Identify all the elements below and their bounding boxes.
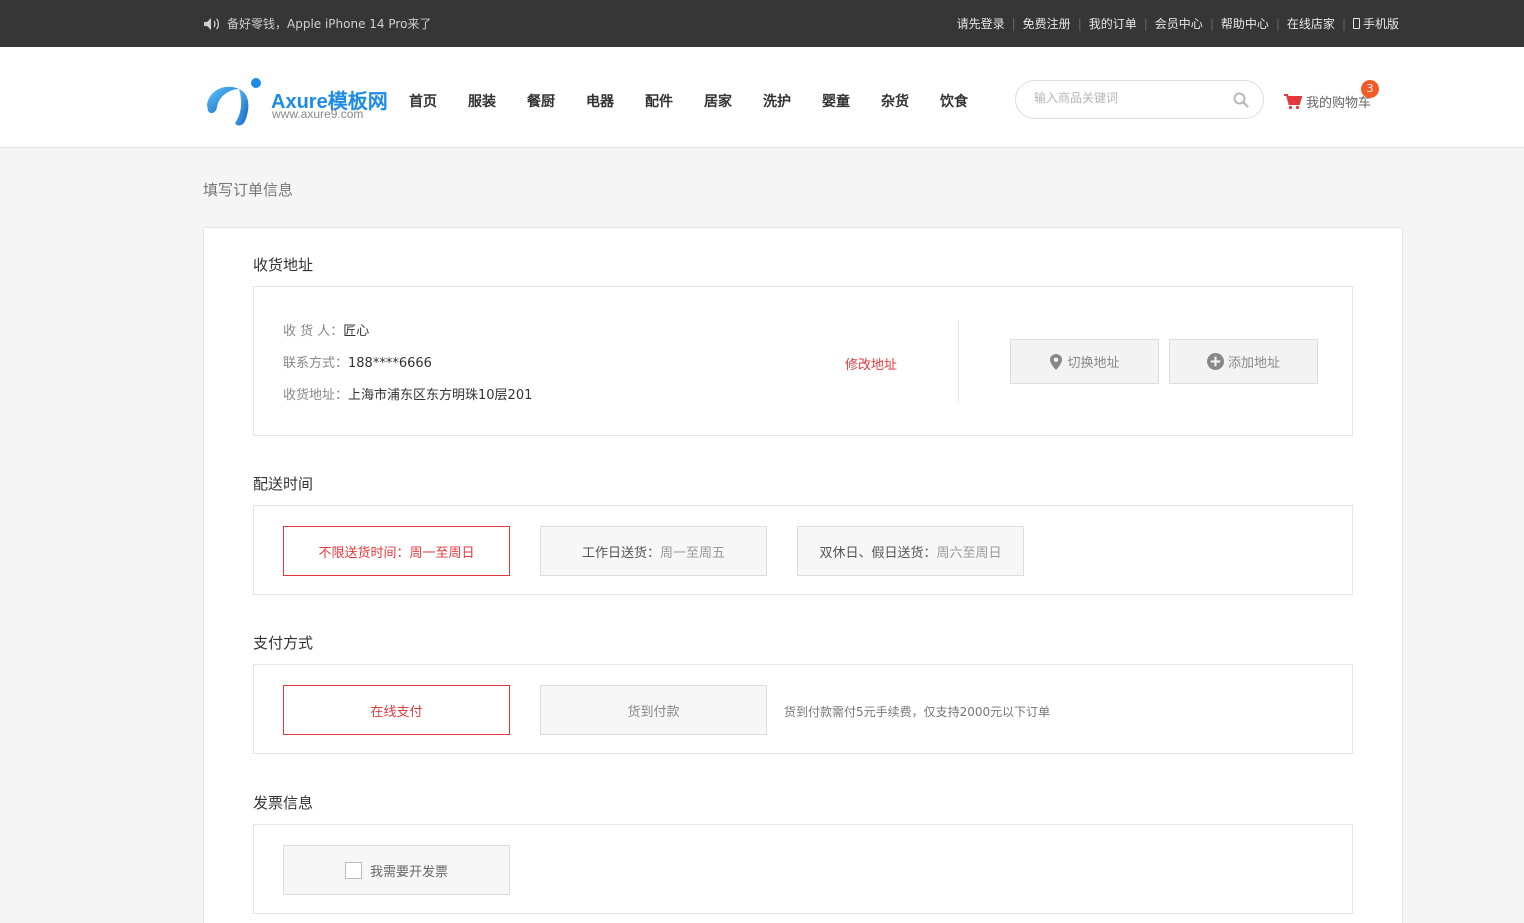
separator: | [1275,16,1280,31]
phone-value: 188****6666 [348,356,432,371]
delivery-option-main: 双休日、假日送货： [819,545,937,561]
cart-label: 我的购物车 [1306,96,1372,111]
delivery-box: 不限送货时间： 周一至周日 工作日送货： 周一至周五 双休日、假日送货： 周六至周日 [253,505,1353,595]
cart-icon [1284,93,1302,109]
search-input[interactable] [1034,91,1224,105]
receiver-row: 收 货 人：匠心 [283,320,369,339]
separator: | [1341,16,1346,31]
separator: | [1011,16,1016,31]
add-address-label: 添加地址 [1227,356,1280,371]
delivery-option-sub: 周一至周日 [409,545,475,561]
cart-count-badge: 3 [1361,80,1379,98]
address-section-title: 收货地址 [253,256,314,274]
receiver-value: 匠心 [343,324,370,339]
separator: | [1209,16,1214,31]
switch-address-button[interactable]: 切换地址 [1010,339,1159,384]
delivery-option-weekends[interactable]: 双休日、假日送货： 周六至周日 [797,526,1024,576]
search-box [1015,80,1264,119]
top-notice: 备好零钱，Apple iPhone 14 Pro来了 [203,15,431,32]
mobile-link[interactable]: 手机版 [1352,15,1399,32]
plus-circle-icon [1206,353,1224,370]
invoice-checkbox[interactable] [344,861,362,879]
location-pin-icon [1050,353,1063,370]
order-form-panel: 收货地址 收 货 人：匠心 联系方式：188****6666 收货地址：上海市浦… [203,227,1403,923]
switch-address-label: 切换地址 [1067,356,1120,371]
delivery-option-sub: 周六至周日 [936,545,1002,561]
payment-note: 货到付款需付5元手续费，仅支持2000元以下订单 [784,705,1051,719]
payment-box: 在线支付 货到付款 货到付款需付5元手续费，仅支持2000元以下订单 [253,664,1353,754]
payment-option-online[interactable]: 在线支付 [283,685,510,735]
delivery-option-main: 不限送货时间： [318,545,410,561]
payment-section-title: 支付方式 [253,634,314,652]
my-orders-link[interactable]: 我的订单 [1089,15,1137,32]
site-logo[interactable]: Axure模板网 www.axure9.com [205,77,405,127]
register-link[interactable]: 免费注册 [1023,15,1071,32]
edit-address-link[interactable]: 修改地址 [845,354,897,373]
add-address-button[interactable]: 添加地址 [1169,339,1318,384]
nav-item-kitchen[interactable]: 餐厨 [527,91,555,111]
invoice-checkbox-label: 我需要开发票 [369,864,448,880]
separator: | [1077,16,1082,31]
invoice-box: 我需要开发票 [253,824,1353,914]
payment-option-label: 货到付款 [627,704,680,720]
nav-item-sundries[interactable]: 杂货 [881,91,909,111]
mobile-label: 手机版 [1362,17,1399,31]
nav-item-food[interactable]: 饮食 [940,91,968,111]
nav-item-home-living[interactable]: 居家 [704,91,732,111]
search-icon[interactable] [1233,92,1249,108]
phone-label: 联系方式： [283,356,349,371]
delivery-section-title: 配送时间 [253,475,314,493]
nav-item-accessories[interactable]: 配件 [645,91,673,111]
invoice-checkbox-option[interactable]: 我需要开发票 [283,845,510,895]
divider [958,320,959,403]
payment-option-cod[interactable]: 货到付款 [540,685,767,735]
delivery-option-main: 工作日送货： [581,545,660,561]
cart-button[interactable]: 我的购物车 3 [1284,80,1379,111]
address-row: 收货地址：上海市浦东区东方明珠10层201 [283,384,532,403]
nav-item-baby[interactable]: 婴童 [822,91,850,111]
login-link[interactable]: 请先登录 [957,15,1005,32]
top-bar: 备好零钱，Apple iPhone 14 Pro来了 请先登录 | 免费注册 | 我… [0,0,1524,47]
online-store-link[interactable]: 在线店家 [1287,15,1335,32]
address-label: 收货地址： [283,388,349,403]
separator: | [1143,16,1148,31]
logo-url: www.axure9.com [272,107,364,121]
delivery-option-sub: 周一至周五 [660,545,726,561]
phone-row: 联系方式：188****6666 [283,352,432,371]
member-center-link[interactable]: 会员中心 [1155,15,1203,32]
logo-mark-icon [207,78,261,126]
nav-item-clothing[interactable]: 服装 [468,91,496,111]
address-value: 上海市浦东区东方明珠10层201 [348,388,533,403]
delivery-option-any-time[interactable]: 不限送货时间： 周一至周日 [283,526,510,576]
help-center-link[interactable]: 帮助中心 [1221,15,1269,32]
address-box: 收 货 人：匠心 联系方式：188****6666 收货地址：上海市浦东区东方明… [253,286,1353,436]
nav-item-appliances[interactable]: 电器 [586,91,614,111]
payment-option-label: 在线支付 [370,704,423,720]
receiver-label: 收 货 人： [283,324,344,339]
site-header: Axure模板网 www.axure9.com 首页 服装 餐厨 电器 配件 居… [0,47,1524,148]
delivery-option-weekdays[interactable]: 工作日送货： 周一至周五 [540,526,767,576]
main-nav: 首页 服装 餐厨 电器 配件 居家 洗护 婴童 杂货 饮食 [409,91,999,111]
invoice-section-title: 发票信息 [253,794,314,812]
page-title: 填写订单信息 [203,181,294,199]
nav-item-personal-care[interactable]: 洗护 [763,91,791,111]
speaker-icon [204,17,220,30]
top-notice-text: 备好零钱，Apple iPhone 14 Pro来了 [227,17,432,31]
phone-icon [1352,18,1360,29]
top-links: 请先登录 | 免费注册 | 我的订单 | 会员中心 | 帮助中心 | 在线店家 | 手机版 [957,15,1399,32]
nav-item-home[interactable]: 首页 [409,91,437,111]
